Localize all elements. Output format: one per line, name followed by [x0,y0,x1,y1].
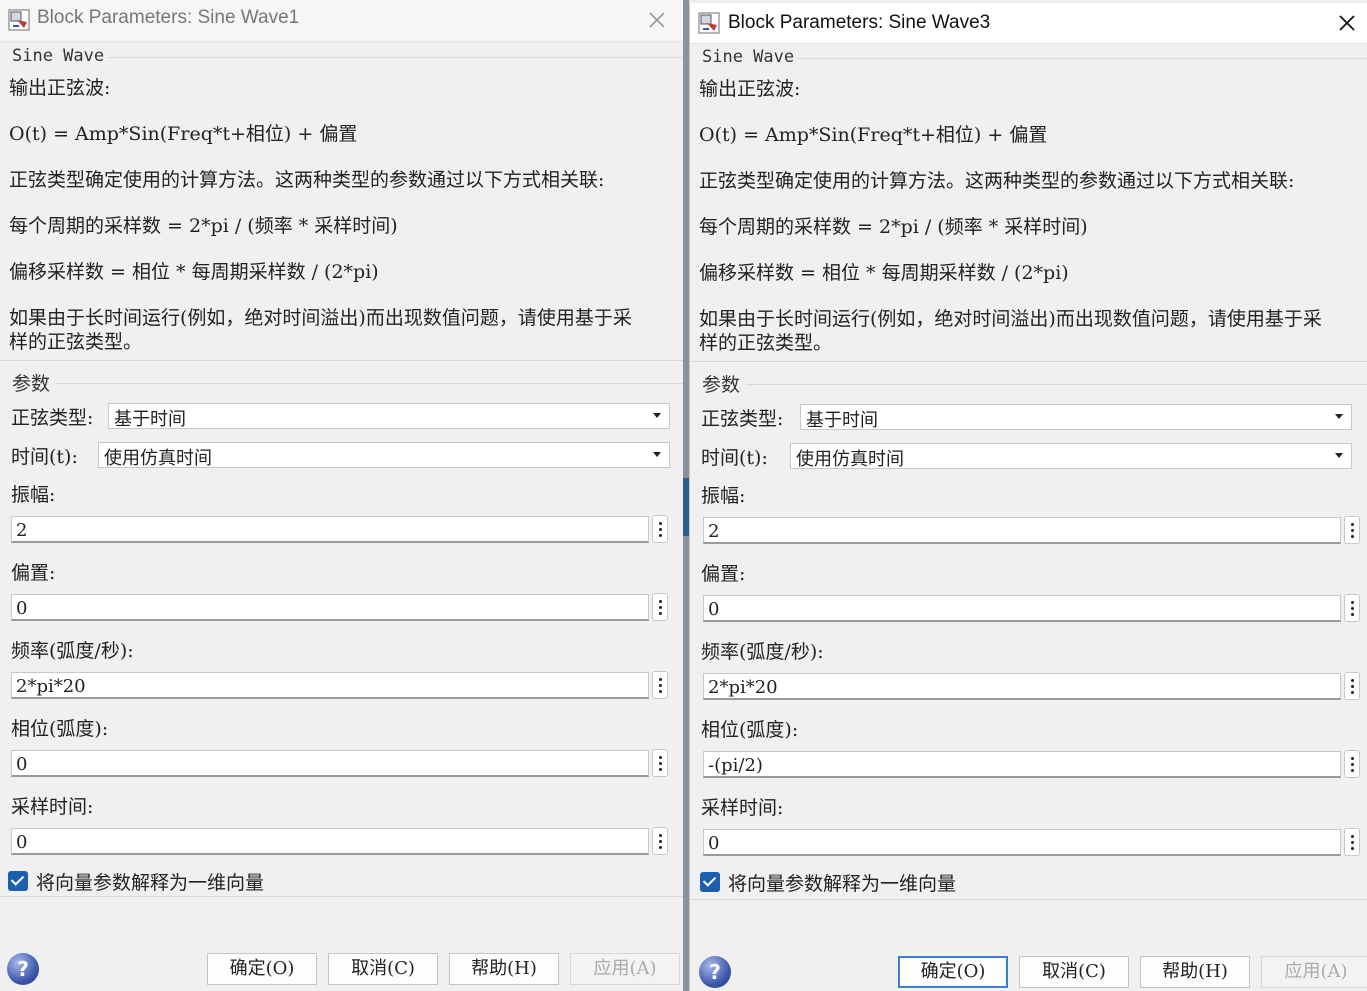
sample-time-input[interactable]: 0 [703,829,1341,856]
description-line: 输出正弦波: [699,78,801,100]
chevron-down-icon [653,452,661,457]
block-parameters-dialog-sine-wave3: Block Parameters: Sine Wave3 Sine Wave 输… [689,3,1367,991]
description-group: Sine Wave 输出正弦波: O(t) = Amp*Sin(Freq*t+相… [0,42,683,360]
dialog-title: Block Parameters: Sine Wave1 [37,7,300,28]
interpret-vector-checkbox[interactable] [8,871,28,891]
title-bar[interactable]: Block Parameters: Sine Wave1 [0,0,683,40]
simulink-block-icon [698,12,720,34]
description-line: 如果由于长时间运行(例如，绝对时间溢出)而出现数值问题，请使用基于采 [699,308,1322,330]
sine-type-value: 基于时间 [114,409,186,430]
description-line: 偏移采样数 = 相位 * 每周期采样数 / (2*pi) [699,262,1069,284]
block-parameters-dialog-sine-wave1: Block Parameters: Sine Wave1 Sine Wave 输… [0,0,683,991]
description-line: 偏移采样数 = 相位 * 每周期采样数 / (2*pi) [9,261,379,283]
description-line: 输出正弦波: [9,77,111,99]
footer-divider [690,899,1367,900]
help-icon[interactable]: ? [7,953,39,985]
close-icon[interactable] [1335,11,1359,35]
chevron-down-icon [1335,453,1343,458]
frequency-input[interactable]: 2*pi*20 [703,673,1341,700]
more-options-icon[interactable] [1344,672,1360,700]
bias-label: 偏置: [11,562,56,584]
description-line: 正弦类型确定使用的计算方法。这两种类型的参数通过以下方式相关联: [9,169,605,191]
close-icon[interactable] [645,8,669,32]
time-label: 时间(t): [11,446,78,468]
interpret-vector-checkbox[interactable] [700,872,720,892]
cancel-button[interactable]: 取消(C) [328,953,438,985]
parameters-group: 参数 正弦类型: 基于时间 时间(t): 使用仿真时间 振幅: 2 偏置: 0 … [690,361,1367,901]
divider [798,58,1367,59]
divider [108,57,683,58]
bias-input[interactable]: 0 [11,594,649,621]
time-select[interactable]: 使用仿真时间 [98,442,670,469]
amplitude-label: 振幅: [11,484,56,506]
time-value: 使用仿真时间 [104,448,212,469]
cancel-button[interactable]: 取消(C) [1019,956,1129,988]
description-line: 每个周期的采样数 = 2*pi / (频率 * 采样时间) [699,216,1088,238]
description-line: 样的正弦类型。 [699,332,833,354]
footer-divider [0,896,683,897]
phase-input[interactable]: -(pi/2) [703,751,1341,778]
title-bar[interactable]: Block Parameters: Sine Wave3 [690,3,1367,43]
sine-type-label: 正弦类型: [701,408,784,430]
sine-type-value: 基于时间 [806,410,878,431]
more-options-icon[interactable] [1344,516,1360,544]
more-options-icon[interactable] [1344,594,1360,622]
description-formula: O(t) = Amp*Sin(Freq*t+相位) + 偏置 [699,124,1048,146]
sine-type-select[interactable]: 基于时间 [800,404,1352,431]
sample-time-label: 采样时间: [11,796,94,818]
more-options-icon[interactable] [652,749,668,777]
frequency-input[interactable]: 2*pi*20 [11,672,649,699]
simulink-block-icon [8,9,30,31]
description-legend: Sine Wave [702,47,799,67]
more-options-icon[interactable] [652,593,668,621]
sample-time-label: 采样时间: [701,797,784,819]
interpret-vector-label: 将向量参数解释为一维向量 [36,872,265,894]
sample-time-input[interactable]: 0 [11,828,649,855]
more-options-icon[interactable] [652,827,668,855]
ok-button[interactable]: 确定(O) [207,953,317,985]
help-icon[interactable]: ? [699,956,731,988]
divider [746,384,1367,385]
ok-button[interactable]: 确定(O) [898,956,1008,988]
more-options-icon[interactable] [1344,828,1360,856]
frequency-label: 频率(弧度/秒): [11,640,134,662]
phase-input[interactable]: 0 [11,750,649,777]
parameters-legend: 参数 [702,374,741,396]
parameters-legend: 参数 [12,373,51,395]
divider [56,383,683,384]
time-select[interactable]: 使用仿真时间 [790,443,1352,470]
amplitude-label: 振幅: [701,485,746,507]
more-options-icon[interactable] [652,671,668,699]
apply-button[interactable]: 应用(A) [570,953,680,985]
chevron-down-icon [1335,414,1343,419]
description-legend: Sine Wave [12,46,109,66]
description-line: 样的正弦类型。 [9,331,143,353]
description-line: 如果由于长时间运行(例如，绝对时间溢出)而出现数值问题，请使用基于采 [9,307,632,329]
phase-label: 相位(弧度): [701,719,799,741]
description-line: 每个周期的采样数 = 2*pi / (频率 * 采样时间) [9,215,398,237]
parameters-group: 参数 正弦类型: 基于时间 时间(t): 使用仿真时间 振幅: 2 偏置: 0 … [0,360,683,900]
interpret-vector-label: 将向量参数解释为一维向量 [728,873,957,895]
phase-label: 相位(弧度): [11,718,109,740]
more-options-icon[interactable] [652,515,668,543]
time-value: 使用仿真时间 [796,449,904,470]
help-button[interactable]: 帮助(H) [449,953,559,985]
dialog-title: Block Parameters: Sine Wave3 [728,12,991,33]
time-label: 时间(t): [701,447,768,469]
help-button[interactable]: 帮助(H) [1140,956,1250,988]
apply-button[interactable]: 应用(A) [1261,956,1367,988]
description-group: Sine Wave 输出正弦波: O(t) = Amp*Sin(Freq*t+相… [690,43,1367,361]
chevron-down-icon [653,413,661,418]
more-options-icon[interactable] [1344,750,1360,778]
frequency-label: 频率(弧度/秒): [701,641,824,663]
sine-type-label: 正弦类型: [11,407,94,429]
sine-type-select[interactable]: 基于时间 [108,403,670,430]
description-line: 正弦类型确定使用的计算方法。这两种类型的参数通过以下方式相关联: [699,170,1295,192]
bias-label: 偏置: [701,563,746,585]
amplitude-input[interactable]: 2 [703,517,1341,544]
bias-input[interactable]: 0 [703,595,1341,622]
amplitude-input[interactable]: 2 [11,516,649,543]
description-formula: O(t) = Amp*Sin(Freq*t+相位) + 偏置 [9,123,358,145]
